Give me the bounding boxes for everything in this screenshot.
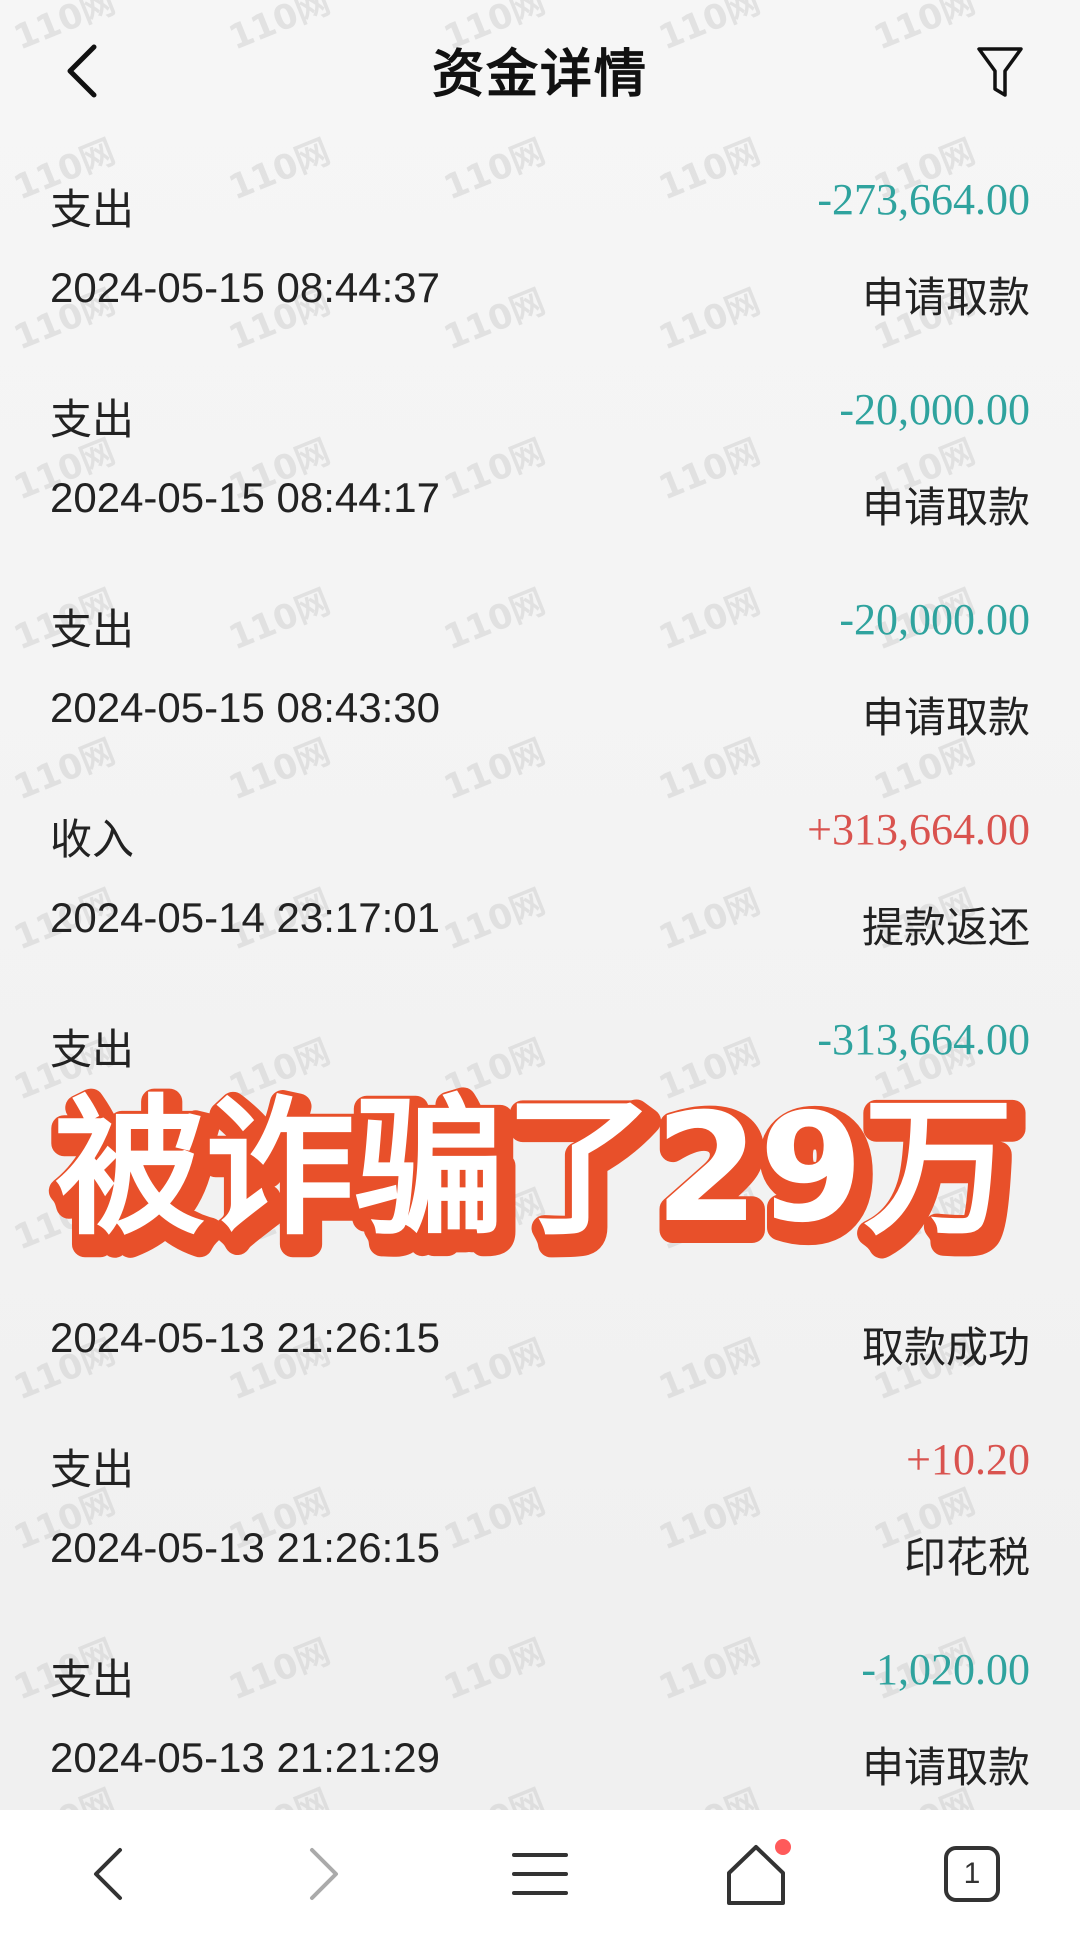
- transaction-type: 支出: [50, 1655, 135, 1704]
- filter-icon: [977, 47, 1023, 97]
- transaction-list: 支出 -273,664.00 2024-05-15 08:44:37 申请取款 …: [0, 160, 1080, 1840]
- transaction-note: 提款返还: [861, 903, 1030, 952]
- overlay-caption-text: 被诈骗了29万: [55, 1082, 1014, 1256]
- transaction-note: 印花税: [903, 1533, 1030, 1582]
- transaction-time: 2024-05-14 23:17:01: [50, 894, 440, 941]
- transaction-time: 2024-05-15 08:44:17: [50, 474, 440, 521]
- transaction-row[interactable]: 收入 +313,664.00 2024-05-14 23:17:01 提款返还: [0, 790, 1080, 1000]
- transaction-type: 支出: [50, 1445, 135, 1494]
- transaction-note: 申请取款: [861, 483, 1030, 532]
- transaction-type: 支出: [50, 1025, 135, 1074]
- transaction-type: 支出: [50, 185, 135, 234]
- transaction-type: 支出: [50, 605, 135, 654]
- chevron-left-icon: [94, 1847, 122, 1900]
- transaction-note: 申请取款: [861, 273, 1030, 322]
- transaction-amount: -20,000.00: [839, 385, 1030, 434]
- overlay-caption: 被诈骗了29万 被诈骗了29万: [40, 1079, 1040, 1279]
- transaction-note: 申请取款: [861, 693, 1030, 742]
- transaction-row[interactable]: 支出 -273,664.00 2024-05-15 08:44:37 申请取款: [0, 160, 1080, 370]
- transaction-row[interactable]: 支出 -20,000.00 2024-05-15 08:44:17 申请取款: [0, 370, 1080, 580]
- chevron-right-icon: [310, 1847, 338, 1900]
- tab-count: 1: [963, 1856, 981, 1890]
- filter-button[interactable]: [970, 38, 1030, 108]
- screen: 110网 110网 110网 110网 110网 110网 110网 110网 110网 110网…: [0, 0, 1080, 1937]
- transaction-time: 2024-05-13 21:26:15: [50, 1524, 440, 1571]
- transaction-time: 2024-05-15 08:44:37: [50, 264, 440, 311]
- transaction-time: 2024-05-13 21:26:15: [50, 1314, 440, 1361]
- browser-back-button[interactable]: [48, 1824, 168, 1924]
- menu-button[interactable]: [480, 1824, 600, 1924]
- home-icon: [727, 1838, 791, 1905]
- transaction-amount: -20,000.00: [839, 595, 1030, 644]
- tabs-button[interactable]: 1: [912, 1824, 1032, 1924]
- transaction-type: 支出: [50, 395, 135, 444]
- transaction-type: 收入: [50, 815, 135, 864]
- page-title: 资金详情: [431, 45, 648, 105]
- home-button[interactable]: [696, 1824, 816, 1924]
- browser-bottom-bar: 1: [0, 1810, 1080, 1937]
- transaction-amount: -273,664.00: [817, 175, 1030, 224]
- transaction-time: 2024-05-15 08:43:30: [50, 684, 440, 731]
- transaction-amount: -313,664.00: [817, 1015, 1030, 1064]
- browser-forward-button[interactable]: [264, 1824, 384, 1924]
- hamburger-menu-icon: [512, 1852, 568, 1895]
- transaction-time: 2024-05-13 21:21:29: [50, 1734, 440, 1781]
- transaction-note: 取款成功: [861, 1323, 1030, 1372]
- transaction-amount: -1,020.00: [861, 1645, 1030, 1694]
- transaction-note: 申请取款: [861, 1743, 1030, 1792]
- transaction-row[interactable]: 支出 -20,000.00 2024-05-15 08:43:30 申请取款: [0, 580, 1080, 790]
- header: 资金详情: [0, 0, 1080, 150]
- transaction-amount: +313,664.00: [807, 805, 1030, 854]
- transaction-amount: +10.20: [906, 1435, 1030, 1484]
- notification-dot-icon: [775, 1838, 791, 1855]
- transaction-row[interactable]: 支出 +10.20 2024-05-13 21:26:15 印花税: [0, 1420, 1080, 1630]
- transaction-row[interactable]: 支出 -1,020.00 2024-05-13 21:21:29 申请取款: [0, 1630, 1080, 1840]
